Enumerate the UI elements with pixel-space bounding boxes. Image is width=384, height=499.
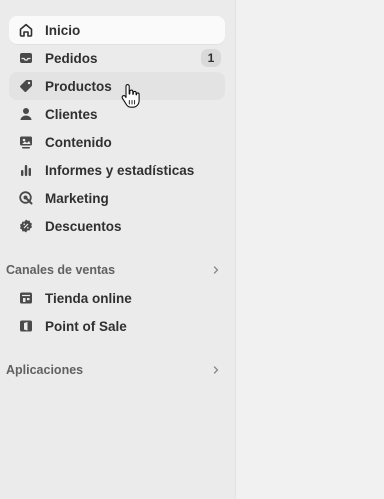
chevron-right-icon[interactable] <box>210 364 222 376</box>
sidebar-item-informes[interactable]: Informes y estadísticas <box>9 156 225 184</box>
sales-channels-heading: Canales de ventas <box>6 263 116 277</box>
sidebar-item-label: Descuentos <box>45 218 122 234</box>
orders-count-badge: 1 <box>201 49 221 67</box>
sidebar-item-tienda-online[interactable]: Tienda online <box>9 284 225 312</box>
apps-header[interactable]: Aplicaciones <box>6 360 222 380</box>
sidebar-item-label: Pedidos <box>45 50 98 66</box>
sales-channels-nav: Tienda online Point of Sale <box>9 284 225 340</box>
sidebar-item-marketing[interactable]: Marketing <box>9 184 225 212</box>
sidebar-item-pedidos[interactable]: Pedidos 1 <box>9 44 225 72</box>
sidebar-item-inicio[interactable]: Inicio <box>9 16 225 44</box>
sidebar-item-descuentos[interactable]: Descuentos <box>9 212 225 240</box>
sidebar-item-productos[interactable]: Productos <box>9 72 225 100</box>
sidebar: Inicio Pedidos 1 Productos Clientes Cont… <box>0 0 236 499</box>
pos-icon <box>18 318 34 334</box>
main-nav: Inicio Pedidos 1 Productos Clientes Cont… <box>9 16 225 240</box>
tag-icon <box>18 78 34 94</box>
hand-pointer-cursor-icon <box>121 84 140 108</box>
sidebar-item-point-of-sale[interactable]: Point of Sale <box>9 312 225 340</box>
sidebar-item-label: Informes y estadísticas <box>45 162 195 178</box>
home-icon <box>18 22 34 38</box>
bar-chart-icon <box>18 162 34 178</box>
target-icon <box>18 190 34 206</box>
sidebar-item-label: Marketing <box>45 190 109 206</box>
sidebar-item-contenido[interactable]: Contenido <box>9 128 225 156</box>
sidebar-item-label: Tienda online <box>45 290 132 306</box>
sidebar-item-label: Point of Sale <box>45 318 127 334</box>
sidebar-item-label: Clientes <box>45 106 98 122</box>
inbox-icon <box>18 50 34 66</box>
sidebar-item-label: Inicio <box>45 22 81 38</box>
image-icon <box>18 134 34 150</box>
person-icon <box>18 106 34 122</box>
sidebar-item-label: Contenido <box>45 134 112 150</box>
main-content-area <box>237 0 384 499</box>
sidebar-item-clientes[interactable]: Clientes <box>9 100 225 128</box>
discount-icon <box>18 218 34 234</box>
sidebar-item-label: Productos <box>45 78 112 94</box>
chevron-right-icon[interactable] <box>210 264 222 276</box>
sales-channels-header[interactable]: Canales de ventas <box>6 260 222 280</box>
apps-heading: Aplicaciones <box>6 363 84 377</box>
store-icon <box>18 290 34 306</box>
